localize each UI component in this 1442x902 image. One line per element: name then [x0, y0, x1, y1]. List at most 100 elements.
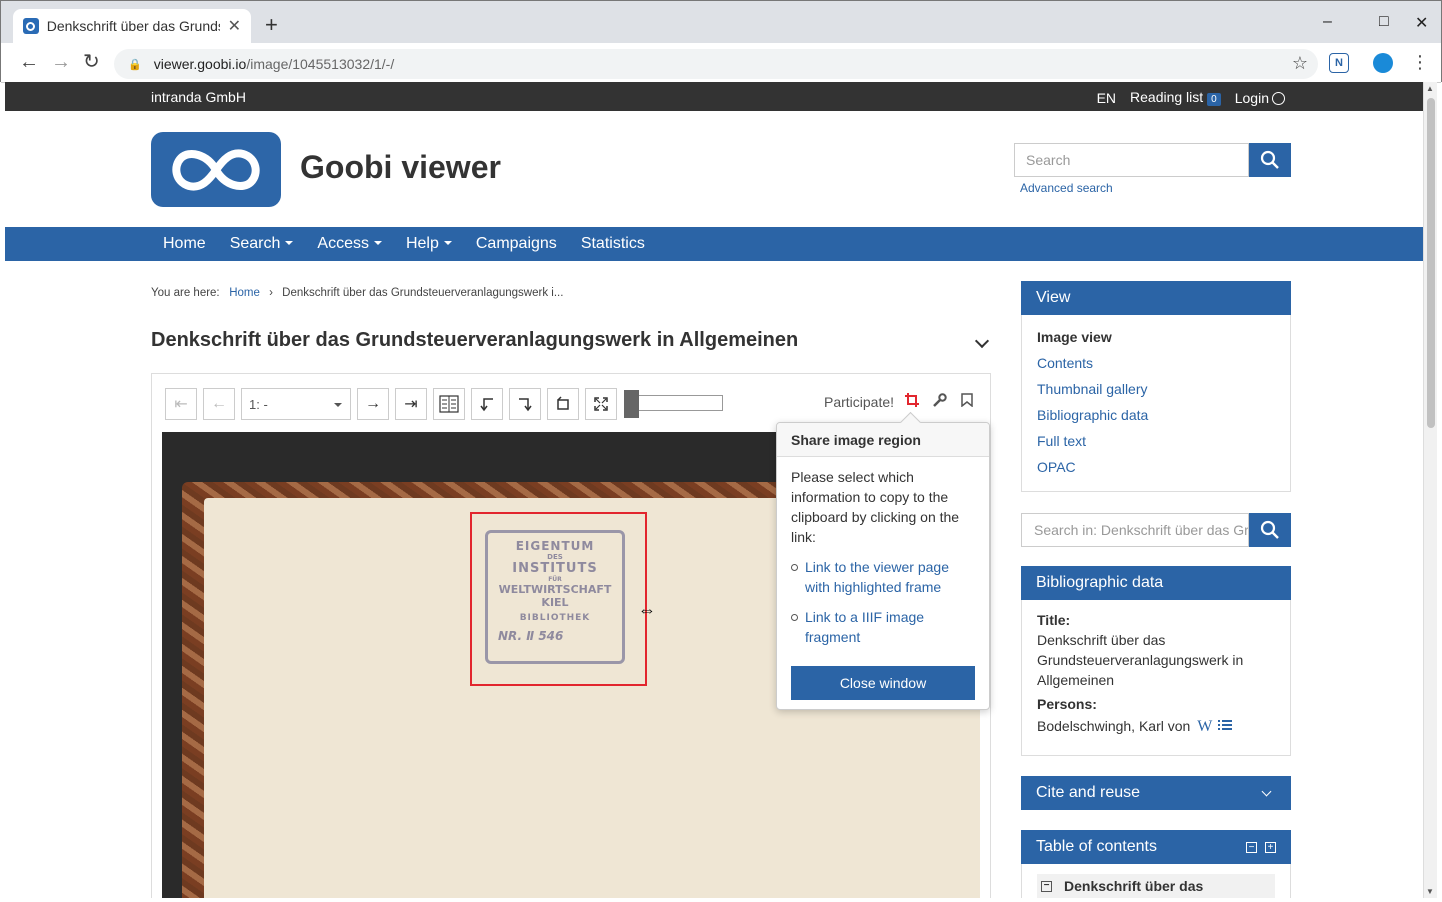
nav-search-label: Search [229, 235, 281, 252]
expand-all-icon[interactable]: + [1265, 841, 1276, 853]
bibliographic-widget-label: Bibliographic data [1036, 574, 1164, 591]
nav-search[interactable]: Search [230, 235, 294, 253]
select-caret-icon [334, 403, 342, 407]
tab-close-icon[interactable]: ✕ [228, 16, 241, 36]
caret-down-icon [285, 241, 294, 245]
language-switch[interactable]: EN [1097, 90, 1116, 106]
address-bar[interactable]: 🔒 viewer.goobi.io/image/1045513032/1/-/ … [114, 49, 1318, 79]
close-window-button[interactable]: Close window [791, 666, 975, 700]
tab-title: Denkschrift über das Grundsteuerveranlag… [46, 18, 220, 34]
iiif-fragment-link[interactable]: Link to a IIIF image fragment [791, 607, 975, 647]
view-widget-label: View [1036, 289, 1071, 306]
double-page-view-button[interactable] [433, 388, 465, 420]
toc-widget-label: Table of contents [1036, 838, 1157, 855]
view-link-contents[interactable]: Contents [1037, 353, 1275, 379]
chevron-down-icon[interactable] [974, 333, 990, 349]
nav-campaigns[interactable]: Campaigns [476, 235, 557, 253]
breadcrumb-current: Denkschrift über das Grundsteuerveranlag… [282, 287, 564, 299]
browser-toolbar: ← → ↻ 🔒 viewer.goobi.io/image/1045513032… [1, 43, 1441, 83]
view-link-thumbnails[interactable]: Thumbnail gallery [1037, 379, 1275, 405]
reading-list-link[interactable]: Reading list 0 [1130, 89, 1221, 106]
scroll-up-icon[interactable]: ▲ [1426, 84, 1434, 93]
cite-widget[interactable]: Cite and reuse [1021, 776, 1291, 810]
last-page-button[interactable]: ⇥ [395, 388, 427, 420]
nav-campaigns-label: Campaigns [475, 235, 557, 252]
persons-row: Bodelschwingh, Karl von W [1037, 716, 1275, 737]
collapse-icon[interactable]: − [1041, 880, 1052, 892]
extension-n-icon[interactable]: N [1329, 53, 1349, 73]
previous-page-button[interactable]: ← [203, 388, 235, 420]
zoom-slider-handle[interactable] [624, 390, 639, 418]
collapse-all-icon[interactable]: − [1246, 841, 1257, 853]
extension-profile-icon[interactable] [1373, 53, 1393, 73]
view-widget: View Image view Contents Thumbnail galle… [1021, 281, 1291, 492]
nav-home-label: Home [163, 235, 206, 252]
goobi-logo[interactable] [151, 132, 281, 207]
zoom-slider[interactable] [624, 390, 723, 418]
wrench-icon[interactable] [932, 393, 947, 412]
scrollbar-thumb[interactable] [1427, 98, 1435, 428]
breadcrumb-home[interactable]: Home [229, 287, 260, 299]
browser-menu-icon[interactable]: ⋮ [1411, 51, 1429, 73]
rotate-right-button[interactable] [509, 388, 541, 420]
view-link-image: Image view [1037, 329, 1112, 345]
title-label: Title: [1037, 612, 1071, 628]
title-value: Denkschrift über das Grundsteuerveranlag… [1037, 632, 1244, 688]
selection-rectangle[interactable] [470, 512, 647, 686]
first-page-button[interactable]: ⇤ [165, 388, 197, 420]
reset-icon [557, 396, 569, 410]
rotate-left-button[interactable] [471, 388, 503, 420]
toc-widget: Table of contents − + − Denkschrift über d… [1021, 830, 1291, 898]
main-navigation: Home Search Access Help Campaigns Statis… [5, 227, 1423, 261]
login-link[interactable]: Login [1235, 90, 1285, 106]
window-close-button[interactable]: ✕ [1415, 13, 1428, 33]
bookmark-icon[interactable] [961, 393, 973, 411]
view-link-opac[interactable]: OPAC [1037, 457, 1275, 483]
minimize-button[interactable]: – [1323, 13, 1332, 31]
advanced-search-link[interactable]: Advanced search [1020, 181, 1113, 195]
login-label: Login [1234, 89, 1269, 106]
toc-entry[interactable]: − Denkschrift über das [1037, 874, 1275, 898]
crop-region-icon[interactable] [905, 393, 919, 411]
breadcrumb: You are here: Home › Denkschrift über da… [151, 287, 563, 299]
wikipedia-icon[interactable]: W [1197, 718, 1212, 735]
nav-statistics[interactable]: Statistics [581, 235, 645, 253]
forward-button[interactable]: → [51, 51, 71, 73]
reload-button[interactable]: ↻ [83, 51, 100, 73]
caret-down-icon [373, 241, 382, 245]
view-link-bibliographic[interactable]: Bibliographic data [1037, 405, 1275, 431]
nav-home[interactable]: Home [163, 235, 206, 253]
search-in-document-input[interactable]: Search in: Denkschrift über das Grundste… [1021, 513, 1249, 547]
fullscreen-button[interactable] [585, 388, 617, 420]
browser-chrome: Denkschrift über das Grundsteuerveranlag… [0, 0, 1442, 83]
browser-tab[interactable]: Denkschrift über das Grundsteuerveranlag… [13, 9, 251, 43]
reset-rotation-button[interactable] [547, 388, 579, 420]
view-link-fulltext[interactable]: Full text [1037, 431, 1275, 457]
maximize-button[interactable]: □ [1379, 13, 1389, 31]
reading-list-label: Reading list [1130, 89, 1204, 105]
new-tab-button[interactable]: + [265, 14, 278, 36]
cite-widget-title[interactable]: Cite and reuse [1021, 776, 1291, 810]
brand-label: intranda GmbH [151, 89, 246, 105]
reading-list-count: 0 [1207, 93, 1221, 106]
page-scrollbar[interactable]: ▲ ▼ [1423, 82, 1437, 898]
scroll-down-icon[interactable]: ▼ [1426, 887, 1434, 896]
breadcrumb-separator: › [269, 287, 273, 299]
back-button[interactable]: ← [19, 51, 39, 73]
search-input[interactable]: Search [1014, 143, 1249, 177]
viewer-page-link[interactable]: Link to the viewer page with highlighted… [791, 557, 975, 597]
resize-cursor-icon: ⇔ [638, 600, 656, 620]
search-in-document-button[interactable] [1249, 513, 1291, 547]
next-page-button[interactable]: → [357, 388, 389, 420]
top-bar: intranda GmbH EN Reading list 0 Login [5, 82, 1423, 111]
popover-text: Please select which information to copy … [791, 469, 960, 545]
nav-help-label: Help [405, 235, 439, 252]
nav-access[interactable]: Access [317, 235, 382, 253]
search-button[interactable] [1249, 143, 1291, 177]
rotate-left-icon [480, 398, 493, 412]
nav-help[interactable]: Help [406, 235, 452, 253]
list-icon[interactable] [1218, 719, 1233, 731]
bookmark-star-icon[interactable]: ☆ [1292, 53, 1308, 74]
page-select[interactable]: 1: - [241, 388, 351, 420]
site-title[interactable]: Goobi viewer [300, 149, 501, 186]
